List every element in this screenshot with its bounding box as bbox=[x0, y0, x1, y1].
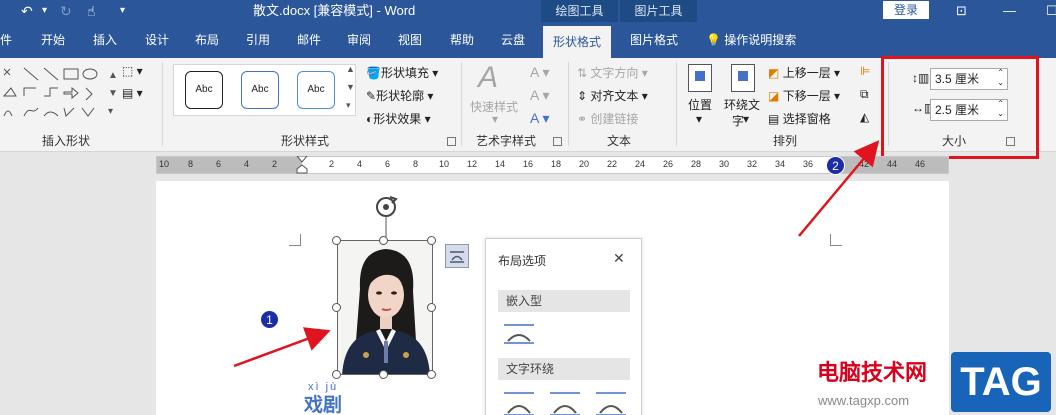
step-marker-1: 1 bbox=[260, 310, 279, 329]
watermark-url: www.tagxp.com bbox=[818, 393, 910, 408]
word-window: ↶ ▾ ↻ ☝ ▾ 散文.docx [兼容模式] - Word 绘图工具 图片工… bbox=[0, 0, 1056, 415]
document-heading: 戏剧 bbox=[304, 395, 343, 415]
step-marker-2: 2 bbox=[826, 156, 845, 175]
annotation-arrows bbox=[233, 140, 880, 368]
arrow-to-photo bbox=[233, 327, 331, 368]
watermark-site: 电脑技术网 bbox=[817, 360, 928, 385]
tag-logo: TAG bbox=[951, 352, 1051, 412]
